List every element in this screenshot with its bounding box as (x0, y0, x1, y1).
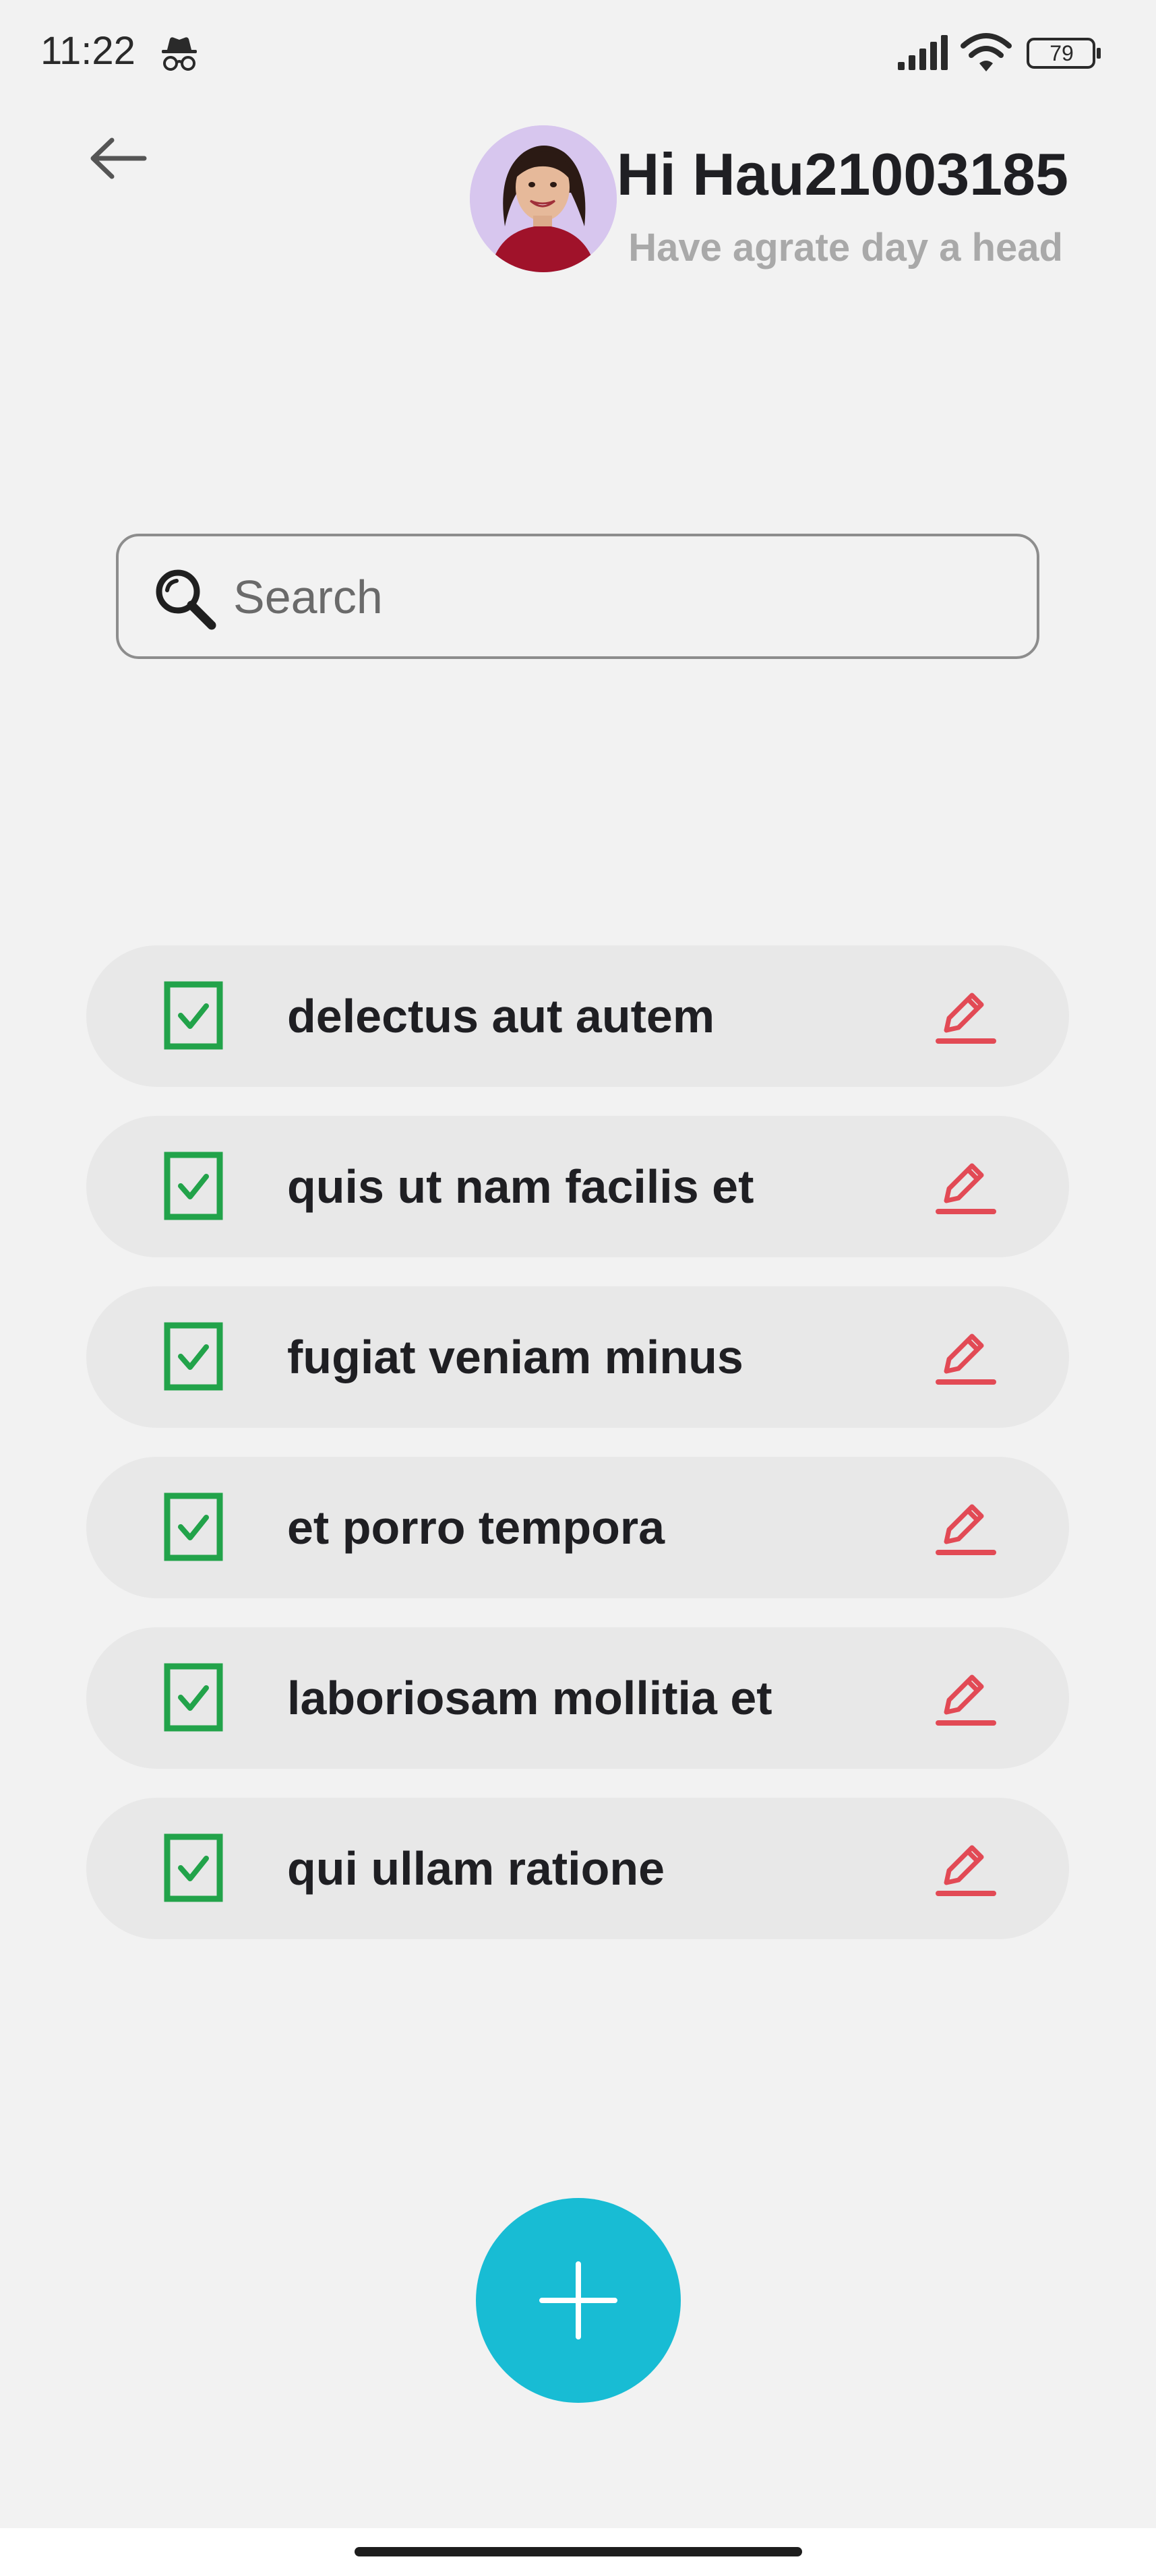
search-bar[interactable] (116, 534, 1039, 659)
greeting-subtitle: Have agrate day a head (628, 226, 1063, 270)
edit-pencil-icon[interactable] (929, 1833, 1000, 1904)
todo-item[interactable]: quis ut nam facilis et (86, 1116, 1069, 1257)
todo-item[interactable]: fugiat veniam minus (86, 1286, 1069, 1428)
todo-item[interactable]: et porro tempora (86, 1457, 1069, 1598)
plus-icon (539, 2261, 617, 2339)
todo-title: fugiat veniam minus (287, 1331, 743, 1383)
todo-title: et porro tempora (287, 1501, 665, 1554)
greeting-title: Hi Hau21003185 (616, 141, 1068, 208)
status-time: 11:22 (40, 29, 135, 73)
battery-level: 79 (1049, 41, 1074, 65)
todo-item[interactable]: delectus aut autem (86, 945, 1069, 1087)
todo-title: delectus aut autem (287, 990, 715, 1042)
search-icon (156, 569, 216, 630)
avatar (470, 125, 617, 272)
todo-title: laboriosam mollitia et (287, 1672, 772, 1724)
edit-pencil-icon[interactable] (929, 1492, 1000, 1563)
edit-pencil-icon[interactable] (929, 1662, 1000, 1734)
incognito-icon (162, 37, 197, 71)
todo-title: qui ullam ratione (287, 1842, 665, 1895)
arrow-left-icon (90, 137, 147, 179)
checked-checkbox-icon[interactable] (163, 980, 235, 1052)
checked-checkbox-icon[interactable] (163, 1492, 235, 1563)
wifi-icon (961, 33, 1012, 71)
search-input[interactable] (233, 557, 1008, 637)
todo-title: quis ut nam facilis et (287, 1160, 754, 1213)
edit-pencil-icon[interactable] (929, 1321, 1000, 1393)
edit-pencil-icon[interactable] (929, 1151, 1000, 1222)
back-button[interactable] (81, 128, 155, 189)
checked-checkbox-icon[interactable] (163, 1662, 235, 1734)
checked-checkbox-icon[interactable] (163, 1321, 235, 1393)
checked-checkbox-icon[interactable] (163, 1151, 235, 1222)
todo-item[interactable]: laboriosam mollitia et (86, 1627, 1069, 1769)
checked-checkbox-icon[interactable] (163, 1833, 235, 1904)
todo-item[interactable]: qui ullam ratione (86, 1798, 1069, 1939)
add-todo-button[interactable] (476, 2198, 681, 2403)
edit-pencil-icon[interactable] (929, 980, 1000, 1052)
signal-icon (898, 35, 948, 70)
home-indicator[interactable] (355, 2547, 802, 2556)
